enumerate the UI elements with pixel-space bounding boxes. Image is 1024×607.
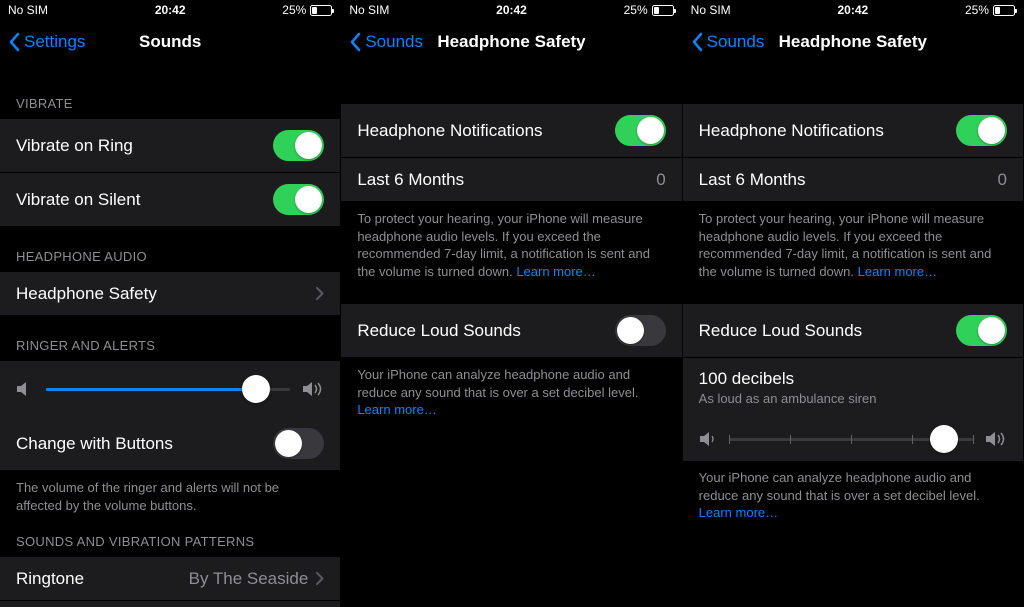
row-change-buttons[interactable]: Change with Buttons [0,417,340,471]
row-text-tone[interactable]: Text Tone Note [0,601,340,607]
status-bar: No SIM 20:42 25% [683,0,1023,20]
section-ringer: RINGER AND ALERTS [0,316,340,361]
nav-bar: Sounds Headphone Safety [683,20,1023,64]
reduce-footer: Your iPhone can analyze headphone audio … [341,358,681,427]
row-vibrate-ring[interactable]: Vibrate on Ring [0,119,340,173]
screen-sounds: No SIM 20:42 25% Settings Sounds VIBRATE… [0,0,341,607]
protect-footer: To protect your hearing, your iPhone wil… [341,202,681,288]
row-last-6-months[interactable]: Last 6 Months 0 [683,158,1023,202]
screen-headphone-safety-off: No SIM 20:42 25% Sounds Headphone Safety… [341,0,682,607]
status-bar: No SIM 20:42 25% [341,0,681,20]
ringer-slider[interactable] [46,375,290,403]
volume-high-icon [985,431,1007,447]
reduce-footer: Your iPhone can analyze headphone audio … [683,461,1023,530]
volume-high-icon [302,381,324,397]
row-headphone-notifications[interactable]: Headphone Notifications [341,104,681,158]
row-reduce-loud-sounds[interactable]: Reduce Loud Sounds [341,304,681,358]
volume-low-icon [16,381,34,397]
decibel-slider[interactable] [729,438,973,441]
row-headphone-notifications[interactable]: Headphone Notifications [683,104,1023,158]
section-patterns: SOUNDS AND VIBRATION PATTERNS [0,522,340,557]
row-vibrate-silent[interactable]: Vibrate on Silent [0,173,340,227]
toggle-change-buttons[interactable] [273,428,324,459]
status-time: 20:42 [0,3,340,17]
toggle-reduce-loud-sounds[interactable] [956,315,1007,346]
battery-icon [652,5,674,16]
back-button[interactable]: Sounds [691,32,765,52]
row-last-6-months[interactable]: Last 6 Months 0 [341,158,681,202]
protect-footer: To protect your hearing, your iPhone wil… [683,202,1023,288]
chevron-right-icon [316,287,324,300]
nav-bar: Sounds Headphone Safety [341,20,681,64]
status-time: 20:42 [683,3,1023,17]
learn-more-link[interactable]: Learn more… [699,505,778,520]
learn-more-link[interactable]: Learn more… [357,402,436,417]
row-decibel-level: 100 decibels As loud as an ambulance sir… [683,358,1023,417]
learn-more-link[interactable]: Learn more… [858,264,937,279]
learn-more-link[interactable]: Learn more… [516,264,595,279]
screen-headphone-safety-on: No SIM 20:42 25% Sounds Headphone Safety… [683,0,1024,607]
toggle-vibrate-ring[interactable] [273,130,324,161]
row-headphone-safety[interactable]: Headphone Safety [0,272,340,316]
status-bar: No SIM 20:42 25% [0,0,340,20]
battery-icon [310,5,332,16]
chevron-left-icon [8,32,20,52]
volume-low-icon [699,431,717,447]
row-ringtone[interactable]: Ringtone By The Seaside [0,557,340,601]
toggle-vibrate-silent[interactable] [273,184,324,215]
battery-icon [993,5,1015,16]
decibel-slider-row [683,417,1023,461]
ringer-slider-row [0,361,340,417]
nav-bar: Settings Sounds [0,20,340,64]
toggle-reduce-loud-sounds[interactable] [615,315,666,346]
chevron-right-icon [316,572,324,585]
status-time: 20:42 [341,3,681,17]
chevron-left-icon [349,32,361,52]
toggle-headphone-notifications[interactable] [615,115,666,146]
back-button[interactable]: Settings [8,32,85,52]
section-headphone-audio: HEADPHONE AUDIO [0,227,340,272]
section-vibrate: VIBRATE [0,64,340,119]
toggle-headphone-notifications[interactable] [956,115,1007,146]
ringer-footer: The volume of the ringer and alerts will… [0,471,340,522]
chevron-left-icon [691,32,703,52]
row-reduce-loud-sounds[interactable]: Reduce Loud Sounds [683,304,1023,358]
back-button[interactable]: Sounds [349,32,423,52]
